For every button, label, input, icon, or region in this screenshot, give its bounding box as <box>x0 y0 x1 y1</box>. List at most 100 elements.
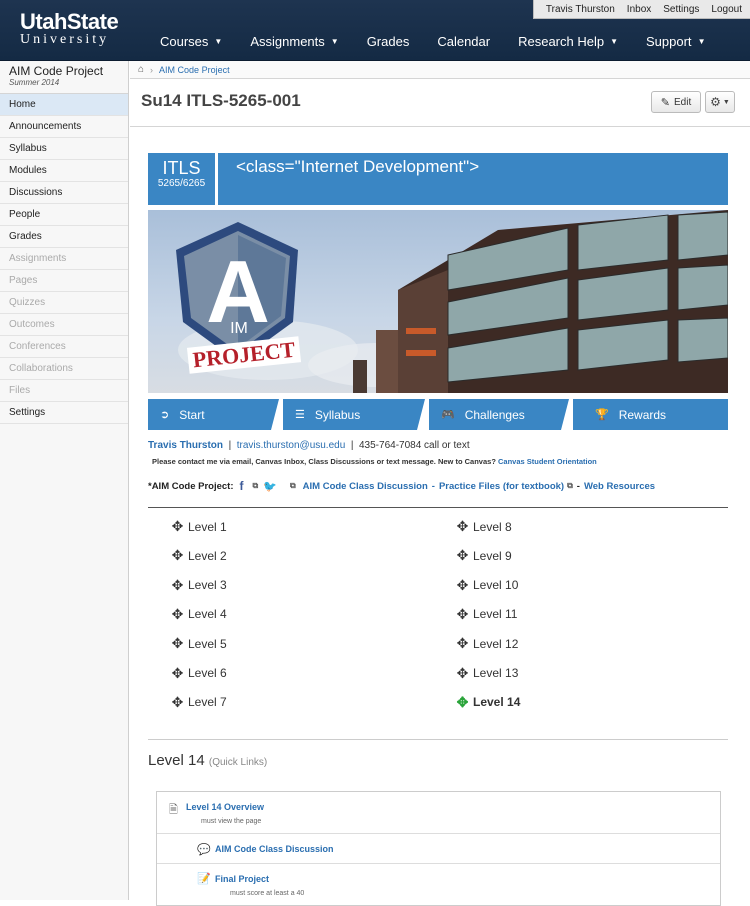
start-button-label: Start <box>179 407 205 422</box>
user-nav-profile[interactable]: Travis Thurston <box>546 4 615 15</box>
main-nav-assignments[interactable]: Assignments ▼ <box>250 34 338 49</box>
level-link[interactable]: ✥ Level 4 <box>170 606 227 623</box>
sidebar-item-discussions[interactable]: Discussions <box>0 182 128 204</box>
edit-button[interactable]: ✎ Edit <box>651 91 701 113</box>
home-icon[interactable]: ⌂ <box>138 64 144 75</box>
challenges-button[interactable]: 🎮 Challenges <box>429 399 569 430</box>
level-label: Level 7 <box>188 695 227 710</box>
sidebar-item-grades[interactable]: Grades <box>0 226 128 248</box>
nav-button-bar: ➲ Start ☰ Syllabus 🎮 Challenges 🏆 Reward… <box>148 399 728 430</box>
sidebar-item-quizzes[interactable]: Quizzes <box>0 292 128 314</box>
main-nav-courses[interactable]: Courses ▼ <box>160 34 222 49</box>
main-nav-label: Calendar <box>437 34 491 49</box>
sidebar-course-title[interactable]: AIM Code Project Summer 2014 <box>0 61 128 94</box>
instructor-name-link[interactable]: Travis Thurston <box>148 440 223 451</box>
level-label: Level 3 <box>188 578 227 593</box>
trophy-icon: 🏆 <box>595 409 609 421</box>
level-link[interactable]: ✥ Level 1 <box>170 518 227 535</box>
main-nav-label: Courses <box>160 34 209 49</box>
main-nav-label: Assignments <box>250 34 325 49</box>
list-icon: ☰ <box>295 409 305 421</box>
main-nav-support[interactable]: Support ▼ <box>646 34 705 49</box>
main-nav-grades[interactable]: Grades <box>367 34 410 49</box>
move-icon: ✥ <box>171 664 184 681</box>
sidebar-item-home[interactable]: Home <box>0 94 128 116</box>
level-link[interactable]: ✥ Level 3 <box>170 577 227 594</box>
sidebar-item-people[interactable]: People <box>0 204 128 226</box>
caret-down-icon: ▼ <box>610 37 619 46</box>
user-nav-logout[interactable]: Logout <box>711 4 742 15</box>
level-label: Level 1 <box>188 519 227 534</box>
caret-down-icon: ▼ <box>330 37 339 46</box>
level-link[interactable]: ✥ Level 14 <box>455 693 521 711</box>
level-link[interactable]: ✥ Level 13 <box>455 665 519 682</box>
course-name: AIM Code Project <box>9 64 104 78</box>
start-button[interactable]: ➲ Start <box>148 399 279 430</box>
sidebar-item-modules[interactable]: Modules <box>0 160 128 182</box>
sidebar-item-files[interactable]: Files <box>0 380 128 402</box>
quick-link-note: must score at least a 40 <box>230 890 305 897</box>
global-header: UtahState University Travis Thurston Inb… <box>0 0 750 61</box>
quick-link-item[interactable]: 🗎 Level 14 Overview must view the page <box>157 792 720 834</box>
settings-menu-button[interactable]: ⚙ ▼ <box>705 91 735 113</box>
level-link[interactable]: ✥ Level 7 <box>170 694 227 711</box>
user-nav-inbox[interactable]: Inbox <box>627 4 651 15</box>
aim-discussion-link[interactable]: AIM Code Class Discussion <box>303 481 428 492</box>
level-link[interactable]: ✥ Level 12 <box>455 635 519 652</box>
move-icon: ✥ <box>171 693 184 710</box>
canvas-orientation-link[interactable]: Canvas Student Orientation <box>498 457 597 466</box>
quick-link-label[interactable]: Level 14 Overview <box>186 802 264 812</box>
level-link[interactable]: ✥ Level 11 <box>455 605 518 623</box>
quick-link-item[interactable]: 💬 AIM Code Class Discussion <box>157 834 720 864</box>
level-link[interactable]: ✥ Level 8 <box>455 518 512 535</box>
breadcrumb-course-link[interactable]: AIM Code Project <box>159 65 230 75</box>
user-nav-settings[interactable]: Settings <box>663 4 699 15</box>
rewards-button[interactable]: 🏆 Rewards <box>573 399 728 430</box>
web-resources-link[interactable]: Web Resources <box>584 481 655 492</box>
hero-image: A IM PROJECT <box>148 210 728 393</box>
quick-links-list: 🗎 Level 14 Overview must view the page 💬… <box>156 791 721 906</box>
level-label: Level 11 <box>473 607 518 622</box>
level-label: Level 8 <box>473 519 512 534</box>
level-label: Level 4 <box>188 607 227 622</box>
level-link[interactable]: ✥ Level 5 <box>170 635 227 652</box>
sidebar-item-outcomes[interactable]: Outcomes <box>0 314 128 336</box>
sidebar-item-announcements[interactable]: Announcements <box>0 116 128 138</box>
move-icon: ✥ <box>171 635 184 652</box>
breadcrumb: ⌂ › AIM Code Project <box>130 61 750 79</box>
sidebar-item-pages[interactable]: Pages <box>0 270 128 292</box>
rewards-button-label: Rewards <box>618 407 667 422</box>
banner-course-code: ITLS 5265/6265 <box>148 153 218 205</box>
main-nav-calendar[interactable]: Calendar <box>437 34 490 49</box>
facebook-icon[interactable]: f <box>240 479 244 493</box>
instructor-email-link[interactable]: travis.thurston@usu.edu <box>237 440 346 451</box>
quick-link-label[interactable]: AIM Code Class Discussion <box>215 844 334 854</box>
twitter-icon[interactable]: 🐦 <box>263 480 277 493</box>
sidebar-item-syllabus[interactable]: Syllabus <box>0 138 128 160</box>
level-link[interactable]: ✥ Level 2 <box>170 547 227 564</box>
sidebar-item-assignments[interactable]: Assignments <box>0 248 128 270</box>
move-icon: ✥ <box>456 605 469 622</box>
level-link[interactable]: ✥ Level 6 <box>170 665 227 682</box>
move-icon: ✥ <box>456 693 469 710</box>
sidebar-item-conferences[interactable]: Conferences <box>0 336 128 358</box>
user-nav: Travis Thurston Inbox Settings Logout <box>532 0 750 19</box>
move-icon: ✥ <box>456 547 469 564</box>
level-link[interactable]: ✥ Level 10 <box>455 577 519 594</box>
level-link[interactable]: ✥ Level 9 <box>455 547 512 564</box>
caret-down-icon: ▼ <box>697 37 706 46</box>
document-icon: 🗎 <box>169 804 178 816</box>
university-logo[interactable]: UtahState University <box>20 11 119 47</box>
syllabus-button[interactable]: ☰ Syllabus <box>283 399 425 430</box>
level-label: Level 14 <box>473 695 521 710</box>
quick-link-label[interactable]: Final Project <box>215 874 269 884</box>
gear-icon: ⚙ <box>710 95 721 109</box>
syllabus-button-label: Syllabus <box>314 407 361 422</box>
sidebar-item-collaborations[interactable]: Collaborations <box>0 358 128 380</box>
main-nav-research-help[interactable]: Research Help ▼ <box>518 34 618 49</box>
main-nav-label: Support <box>646 34 692 49</box>
separator: | <box>348 440 359 451</box>
sidebar-item-settings[interactable]: Settings <box>0 402 128 424</box>
practice-files-link[interactable]: Practice Files (for textbook) <box>439 481 564 492</box>
banner-code-line-2: 5265/6265 <box>157 178 206 189</box>
